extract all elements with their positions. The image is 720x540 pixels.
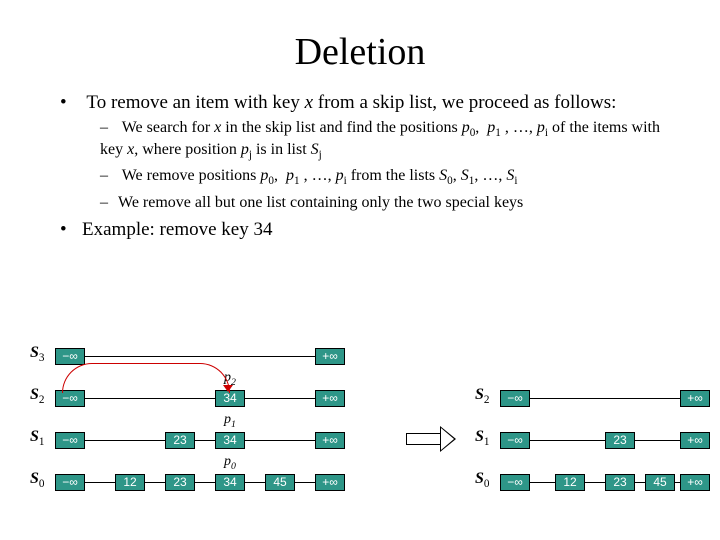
var-p: p	[241, 141, 249, 158]
var-S: S	[311, 141, 319, 158]
node-12: 12	[115, 474, 145, 491]
label-S1: S1	[30, 428, 45, 448]
label-S2-r: S2	[475, 386, 490, 406]
text: in the skip list and find the positions	[221, 119, 461, 136]
var-p: p	[286, 167, 294, 184]
node-pinf: +∞	[315, 390, 345, 407]
text: is in list	[252, 141, 311, 158]
link	[195, 440, 215, 441]
node-pinf: +∞	[315, 432, 345, 449]
node-minf: −∞	[500, 474, 530, 491]
node-45: 45	[265, 474, 295, 491]
node-12: 12	[555, 474, 585, 491]
var-p: p	[462, 119, 470, 136]
node-pinf: +∞	[315, 474, 345, 491]
link	[635, 440, 680, 441]
text: ,	[453, 167, 461, 184]
text: , …,	[474, 167, 506, 184]
label-S0-r: S0	[475, 470, 490, 490]
node-pinf: +∞	[680, 432, 710, 449]
text: , …,	[505, 119, 537, 136]
text: from the lists	[347, 167, 439, 184]
node-pinf: +∞	[680, 390, 710, 407]
text: from a skip list, we proceed as follows:	[313, 92, 616, 113]
bullet-1: To remove an item with key x from a skip…	[60, 92, 680, 213]
transform-arrow-icon	[406, 426, 458, 452]
node-minf: −∞	[55, 348, 85, 365]
bullet-list: To remove an item with key x from a skip…	[60, 92, 680, 241]
link	[245, 482, 265, 483]
sub: i	[514, 176, 517, 188]
sub: j	[319, 149, 322, 161]
node-23: 23	[165, 432, 195, 449]
link	[295, 482, 315, 483]
link	[530, 482, 555, 483]
arrowhead-icon	[223, 385, 233, 392]
node-minf: −∞	[500, 390, 530, 407]
search-arc	[62, 363, 230, 393]
text: We search for	[122, 119, 214, 136]
var-x: x	[305, 92, 313, 113]
sublist-1: We search for x in the skip list and fin…	[100, 118, 680, 213]
sub-1: We search for x in the skip list and fin…	[100, 118, 680, 162]
link	[635, 482, 645, 483]
text: ,	[475, 119, 483, 136]
label-S1-r: S1	[475, 428, 490, 448]
node-23: 23	[605, 432, 635, 449]
text: , …,	[304, 167, 336, 184]
node-34: 34	[215, 474, 245, 491]
node-minf: −∞	[55, 432, 85, 449]
var-p: p	[537, 119, 545, 136]
text: To remove an item with key	[86, 92, 304, 113]
link	[195, 482, 215, 483]
link	[585, 482, 605, 483]
skip-list-diagram: S3 −∞ +∞ S2 −∞ 34 +∞ p2 S1 −∞ 23 34 +∞ p…	[0, 340, 720, 520]
node-34: 34	[215, 432, 245, 449]
node-minf: −∞	[500, 432, 530, 449]
label-S2: S2	[30, 386, 45, 406]
node-23: 23	[165, 474, 195, 491]
link	[530, 440, 605, 441]
node-minf: −∞	[55, 474, 85, 491]
link	[85, 440, 165, 441]
label-p1: p1	[224, 412, 236, 430]
var-S: S	[461, 167, 469, 184]
link	[145, 482, 165, 483]
slide-title: Deletion	[40, 30, 680, 74]
link	[85, 356, 315, 357]
link	[245, 440, 315, 441]
link	[85, 398, 215, 399]
link	[85, 482, 115, 483]
label-S3: S3	[30, 344, 45, 364]
text: , where position	[134, 141, 241, 158]
label-S0: S0	[30, 470, 45, 490]
text: We remove positions	[122, 167, 261, 184]
bullet-2: Example: remove key 34	[60, 219, 680, 241]
link	[245, 398, 315, 399]
sub-2: We remove positions p0, p1 , …, pi from …	[100, 166, 680, 188]
slide: Deletion To remove an item with key x fr…	[0, 0, 720, 540]
node-45: 45	[645, 474, 675, 491]
text: ,	[274, 167, 282, 184]
node-23: 23	[605, 474, 635, 491]
node-pinf: +∞	[315, 348, 345, 365]
node-pinf: +∞	[680, 474, 710, 491]
sub: 1	[294, 176, 300, 188]
var-p: p	[336, 167, 344, 184]
sub-3: We remove all but one list containing on…	[100, 193, 680, 213]
var-S: S	[439, 167, 447, 184]
sub: 1	[495, 127, 501, 139]
label-p0: p0	[224, 454, 236, 472]
link	[530, 398, 680, 399]
